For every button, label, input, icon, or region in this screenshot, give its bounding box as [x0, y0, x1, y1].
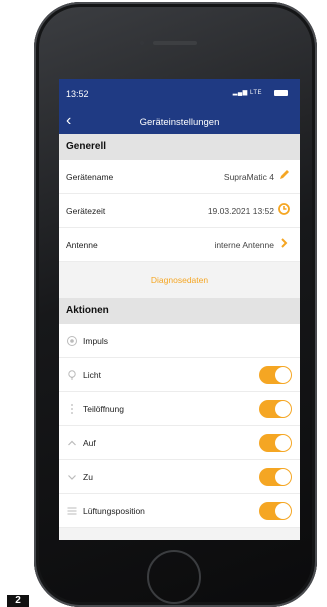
device-time-value: 19.03.2021 13:52 — [207, 206, 274, 216]
action-label: Licht — [83, 370, 101, 380]
chevron-up-icon — [68, 440, 76, 446]
action-row-licht[interactable]: Licht — [59, 358, 300, 392]
close-toggle[interactable] — [259, 468, 292, 486]
diagnostics-link[interactable]: Diagnosedaten — [59, 262, 300, 298]
section-header-aktionen: Aktionen — [59, 298, 300, 324]
row-label: Antenne — [66, 240, 98, 250]
page-title: Geräteinstellungen — [139, 117, 220, 128]
row-geraetezeit[interactable]: Gerätezeit 19.03.2021 13:52 — [59, 194, 300, 228]
action-label: Impuls — [83, 336, 109, 346]
status-bar: 13:52 ▂▄▆ LTE — [59, 79, 300, 110]
network-label: LTE — [249, 90, 262, 96]
action-label: Auf — [83, 438, 96, 448]
screen-bottom — [59, 530, 300, 540]
antenna-value: interne Antenne — [214, 240, 274, 250]
pencil-icon[interactable] — [277, 168, 291, 182]
partial-open-toggle[interactable] — [259, 400, 292, 418]
earpiece-speaker — [153, 41, 197, 45]
chevron-right-icon[interactable] — [277, 236, 291, 250]
action-row-auf[interactable]: Auf — [59, 426, 300, 460]
action-label: Zu — [83, 472, 93, 482]
ventilation-icon — [67, 507, 77, 515]
action-label: Lüftungsposition — [83, 506, 145, 516]
battery-icon — [274, 90, 288, 96]
toggle-knob — [275, 367, 291, 383]
toggle-knob — [275, 435, 291, 451]
action-row-impuls[interactable]: Impuls — [59, 324, 300, 358]
chevron-down-icon — [68, 475, 76, 480]
ventilation-toggle[interactable] — [259, 502, 292, 520]
toggle-knob — [275, 503, 291, 519]
row-label: Gerätezeit — [66, 206, 106, 216]
figure-number-badge: 2 — [7, 595, 29, 607]
toggle-knob — [275, 469, 291, 485]
partial-open-icon — [71, 404, 73, 414]
row-geraetename[interactable]: Gerätename SupraMatic 4 — [59, 160, 300, 194]
row-label: Gerätename — [66, 172, 114, 182]
row-antenne[interactable]: Antenne interne Antenne — [59, 228, 300, 262]
home-button[interactable] — [147, 550, 201, 604]
open-toggle[interactable] — [259, 434, 292, 452]
network-indicator: ▂▄▆ LTE — [233, 89, 262, 96]
action-label: Teilöffnung — [83, 404, 124, 414]
section-header-generell: Generell — [59, 134, 300, 160]
app-screen: 13:52 ▂▄▆ LTE ‹ Geräteinstellungen Gener… — [59, 79, 300, 540]
impulse-icon — [67, 336, 77, 346]
nav-bar: ‹ Geräteinstellungen — [59, 110, 300, 134]
clock-icon[interactable] — [277, 202, 291, 216]
status-time: 13:52 — [66, 89, 89, 99]
bulb-icon — [68, 370, 76, 380]
device-name-value: SupraMatic 4 — [223, 172, 274, 182]
signal-icon: ▂▄▆ — [232, 90, 248, 96]
action-row-teiloeffnung[interactable]: Teilöffnung — [59, 392, 300, 426]
action-row-zu[interactable]: Zu — [59, 460, 300, 494]
action-row-lueftungsposition[interactable]: Lüftungsposition — [59, 494, 300, 528]
toggle-knob — [275, 401, 291, 417]
front-camera — [140, 41, 144, 45]
light-toggle[interactable] — [259, 366, 292, 384]
